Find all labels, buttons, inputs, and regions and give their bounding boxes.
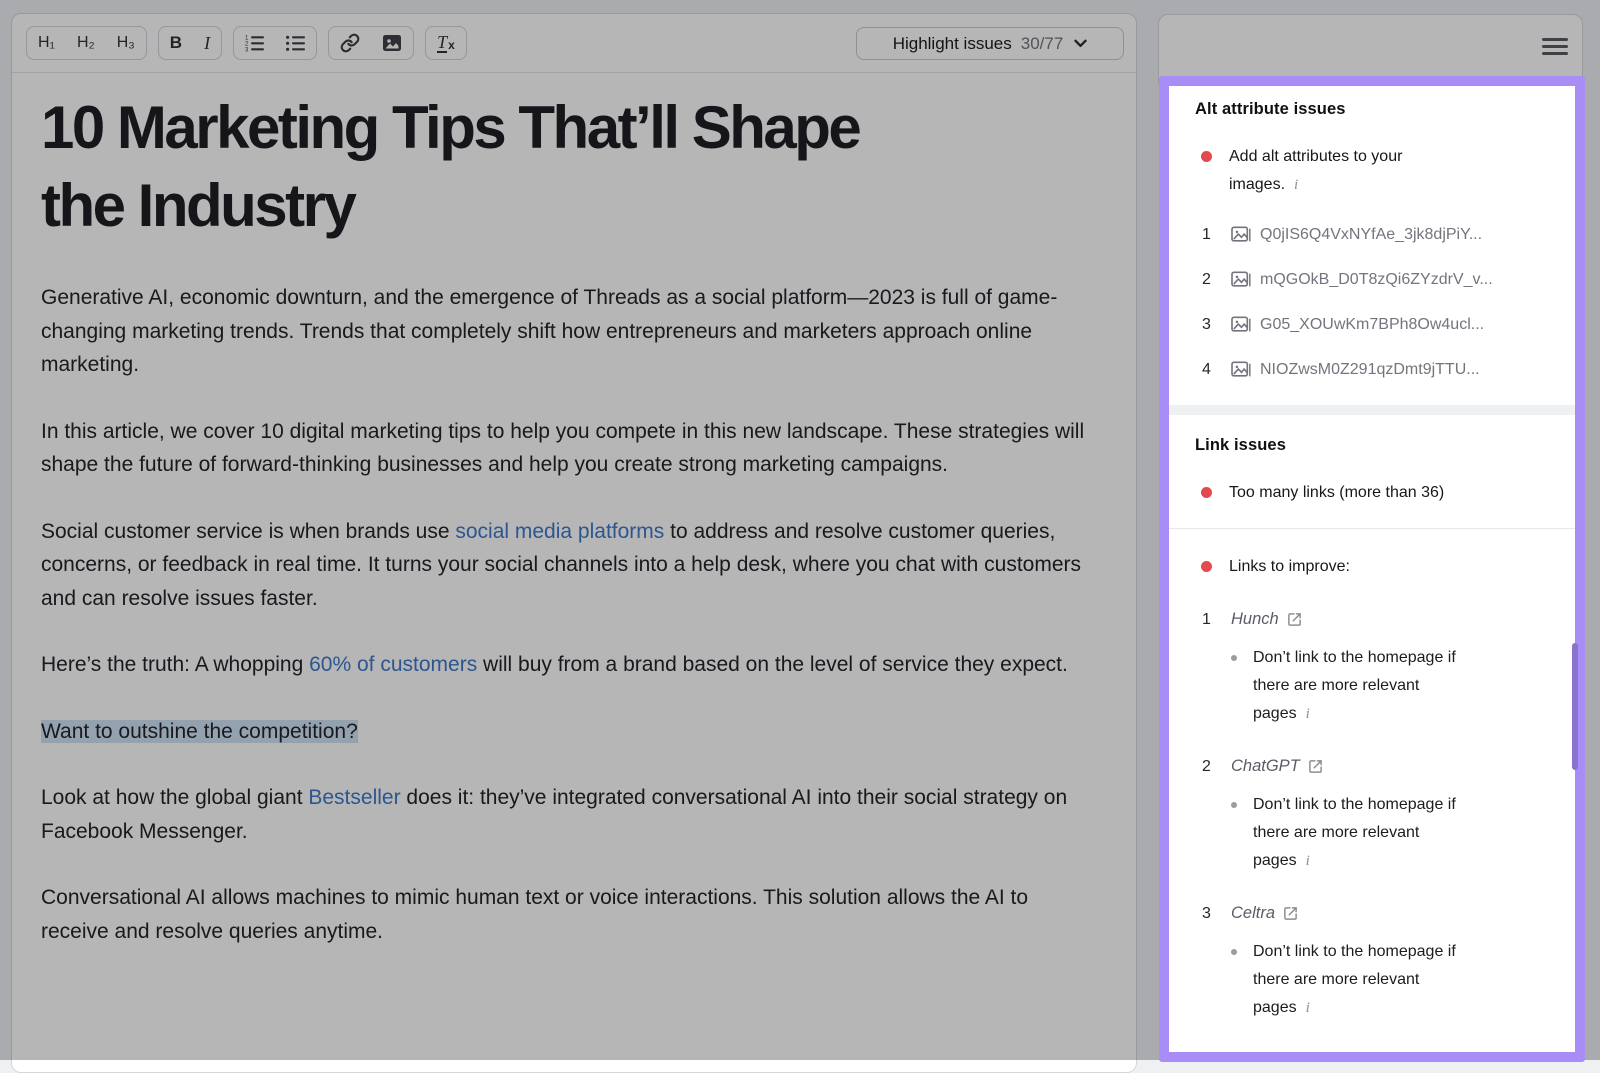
link-name[interactable]: Hunch [1231, 610, 1279, 629]
link-issues-section: Link issues Too many links (more than 36… [1169, 415, 1575, 1052]
external-link-row[interactable]: 2 ChatGPT [1195, 757, 1557, 776]
alt-image-item[interactable]: 4 NIOZwsM0Z291qzDmt9jTTU... [1195, 361, 1557, 379]
external-link-icon [1283, 906, 1298, 921]
link-advice-row: Don’t link to the homepage if there are … [1195, 938, 1557, 1022]
section-divider [1169, 528, 1575, 529]
too-many-links-text: Too many links (more than 36) [1229, 479, 1444, 507]
assistant-issues-panel: Alt attribute issues Add alt attributes … [1159, 76, 1585, 1062]
image-icon [1231, 361, 1251, 379]
issue-severity-dot [1201, 561, 1212, 572]
link-issues-title: Link issues [1195, 436, 1557, 455]
info-icon[interactable]: i [1306, 700, 1310, 728]
alt-image-item[interactable]: 2 mQGOkB_D0T8zQi6ZYzdrV_v... [1195, 271, 1557, 289]
links-to-improve-label: Links to improve: [1229, 553, 1350, 581]
alt-image-item[interactable]: 1 Q0jIS6Q4VxNYfAe_3jk8djPiY... [1195, 226, 1557, 244]
link-advice-row: Don’t link to the homepage if there are … [1195, 791, 1557, 875]
image-icon [1231, 316, 1251, 334]
link-improve-item: 3 Celtra Don’t link to the homepage if t… [1195, 904, 1557, 1022]
external-link-row[interactable]: 3 Celtra [1195, 904, 1557, 923]
links-to-improve-row: Links to improve: [1195, 553, 1557, 581]
link-name[interactable]: ChatGPT [1231, 757, 1300, 776]
link-advice-row: Don’t link to the homepage if there are … [1195, 644, 1557, 728]
bullet-dot [1231, 949, 1237, 955]
issue-severity-dot [1201, 487, 1212, 498]
external-link-icon [1287, 612, 1302, 627]
info-icon[interactable]: i [1306, 847, 1310, 875]
alt-image-item[interactable]: 3 G05_XOUwKm7BPh8Ow4ucl... [1195, 316, 1557, 334]
alt-issues-title: Alt attribute issues [1195, 100, 1557, 119]
external-link-icon [1308, 759, 1323, 774]
external-link-row[interactable]: 1 Hunch [1195, 610, 1557, 629]
link-name[interactable]: Celtra [1231, 904, 1275, 923]
image-icon [1231, 226, 1251, 244]
issue-severity-dot [1201, 151, 1212, 162]
bullet-dot [1231, 802, 1237, 808]
info-icon[interactable]: i [1294, 171, 1298, 199]
image-icon [1231, 271, 1251, 289]
scrollbar-thumb[interactable] [1572, 643, 1578, 770]
too-many-links-row: Too many links (more than 36) [1195, 479, 1557, 507]
alt-issue-row: Add alt attributes to your images.i [1195, 143, 1557, 199]
link-improve-item: 1 Hunch Don’t link to the homepage if th… [1195, 610, 1557, 728]
link-improve-item: 2 ChatGPT Don’t link to the homepage if … [1195, 757, 1557, 875]
alt-attribute-issues-section: Alt attribute issues Add alt attributes … [1169, 86, 1575, 405]
info-icon[interactable]: i [1306, 994, 1310, 1022]
alt-issue-text: Add alt attributes to your images.i [1229, 143, 1434, 199]
bullet-dot [1231, 655, 1237, 661]
